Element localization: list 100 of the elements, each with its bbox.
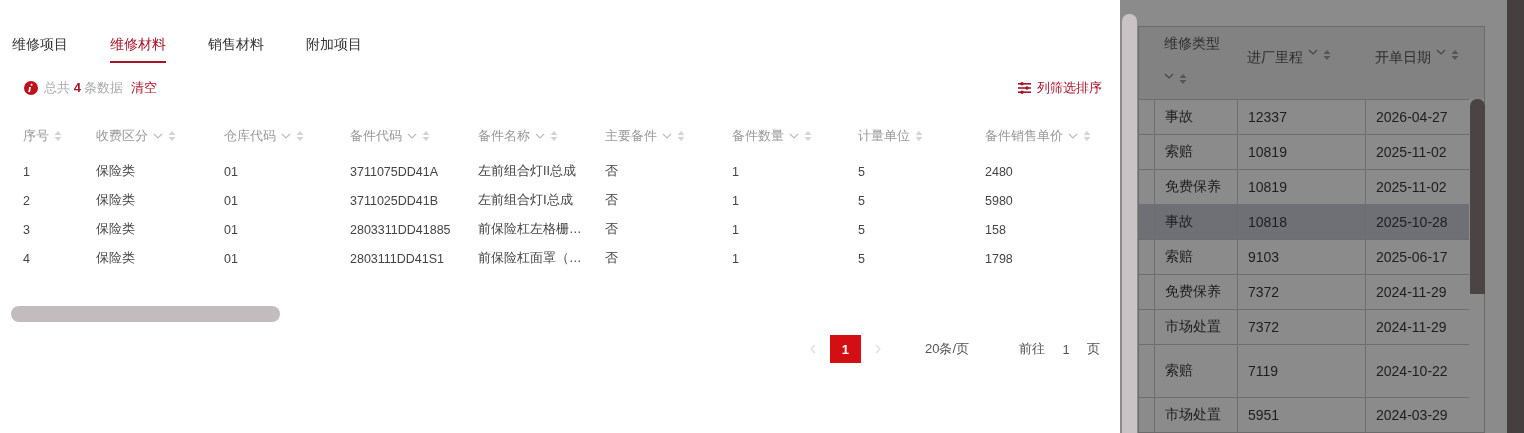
table-cell: 5 [858,164,865,179]
tab[interactable]: 销售材料 [208,36,264,63]
table-cell: 5951 [1248,407,1280,423]
table-cell: 保险类 [96,193,135,207]
table-cell: 2024-11-29 [1376,319,1447,335]
table-cell: 10818 [1248,214,1287,230]
table-cell: 158 [985,222,1006,237]
chevron-down-icon[interactable] [789,133,799,139]
table-cell: 7372 [1248,284,1280,300]
table-cell: 事故 [1165,213,1193,231]
table-cell: 1 [732,193,739,208]
table-cell: 4 [23,251,30,266]
table-cell: 否 [605,164,618,178]
tab[interactable]: 维修项目 [12,36,68,63]
table-cell: 左前组合灯II总成 [478,164,576,178]
table-cell: 保险类 [96,222,135,236]
column-header: 备件代码 [350,127,402,145]
table-cell: 前保险杠左格栅… [478,222,582,236]
table-row[interactable]: 市场处置 7372 2024-11-29 [1139,309,1469,344]
chevron-down-icon[interactable] [281,133,291,139]
tab[interactable]: 维修材料 [110,36,166,63]
table-cell: 2025-11-02 [1376,144,1447,160]
column-header: 进厂里程 [1247,49,1303,67]
column-header: 收费区分 [96,127,148,145]
sort-icon[interactable] [1179,73,1187,85]
table-cell: 2803111DD41S1 [350,251,445,266]
table-cell: 2480 [985,164,1013,179]
table-cell: 事故 [1165,108,1193,126]
sort-icon[interactable] [915,130,923,142]
chevron-down-icon[interactable] [153,133,163,139]
table-cell: 2803311DD41885 [350,222,451,237]
table-cell: 3711025DD41B [350,193,439,208]
table-row[interactable]: 市场处置 5951 2024-03-29 [1139,397,1469,432]
table-cell: 01 [224,193,238,208]
sort-icon[interactable] [1323,49,1331,61]
sort-icon[interactable] [677,130,685,142]
chevron-down-icon[interactable] [1436,49,1446,55]
table-cell: 1 [732,222,739,237]
column-header: 序号 [23,127,49,145]
table-row[interactable]: 事故 10818 2025-10-28 [1139,204,1469,239]
chevron-down-icon[interactable] [1308,49,1318,55]
table-cell: 5 [858,251,865,266]
table-cell: 3711075DD41A [350,164,439,179]
table-cell: 否 [605,251,618,265]
sort-icon[interactable] [168,130,176,142]
record-count: 总共 4 条数据 [44,79,124,97]
chevron-down-icon[interactable] [1164,73,1174,79]
sort-icon[interactable] [54,130,62,142]
column-header: 备件数量 [732,127,784,145]
table-cell: 7119 [1248,363,1279,379]
table-cell: 1 [23,164,30,179]
chevron-down-icon[interactable] [1068,133,1078,139]
sort-icon[interactable] [550,130,558,142]
table-cell: 01 [224,222,238,237]
column-header: 主要备件 [605,127,657,145]
column-header: 开单日期 [1375,49,1431,67]
table-cell: 1798 [985,251,1013,266]
vertical-scrollbar[interactable] [1122,14,1137,433]
chevron-down-icon[interactable] [535,133,545,139]
table-cell: 2024-11-29 [1376,284,1447,300]
table-cell: 2024-10-22 [1376,363,1448,379]
table-cell: 1 [732,164,739,179]
sort-icon[interactable] [422,130,430,142]
table-cell: 2025-06-17 [1376,249,1448,265]
table-cell: 12337 [1248,109,1287,125]
table-cell: 7372 [1248,319,1280,335]
goto-label: 前往 [1019,340,1045,358]
table-cell: 5980 [985,193,1013,208]
page-button[interactable]: 1 [829,335,861,363]
table-cell: 10819 [1248,179,1287,195]
table-cell: 索赔 [1165,248,1193,266]
table-cell: 左前组合灯Ⅰ总成 [478,193,573,207]
table-cell: 2026-04-27 [1376,109,1448,125]
sort-icon[interactable] [1451,49,1459,61]
chevron-down-icon[interactable] [407,133,417,139]
horizontal-scrollbar[interactable] [11,306,280,322]
sort-icon[interactable] [1083,130,1091,142]
previous-page-icon[interactable] [809,344,816,354]
table-cell: 5 [858,193,865,208]
table-cell: 免费保养 [1165,178,1221,196]
table-cell: 保险类 [96,251,135,265]
column-header: 仓库代码 [224,127,276,145]
sliders-icon [1018,82,1031,94]
tab[interactable]: 附加项目 [306,36,362,63]
next-page-icon[interactable] [874,344,881,354]
table-cell: 否 [605,222,618,236]
vertical-scrollbar[interactable] [1470,99,1485,294]
column-header: 备件销售单价 [985,127,1063,145]
table-cell: 10819 [1248,144,1287,160]
sort-icon[interactable] [804,130,812,142]
table-cell: 2025-10-28 [1376,214,1448,230]
clear-link[interactable]: 清空 [129,79,158,97]
table-cell: 2 [23,193,30,208]
sort-icon[interactable] [296,130,304,142]
table-row[interactable]: 索赔 7119 2024-10-22 [1139,344,1469,397]
page-size-select[interactable]: 20条/页 [924,340,969,358]
column-filter-button[interactable]: 列筛选排序 [1018,79,1102,97]
chevron-down-icon[interactable] [662,133,672,139]
column-header: 维修类型 [1164,35,1220,53]
table-cell: 市场处置 [1165,318,1221,336]
